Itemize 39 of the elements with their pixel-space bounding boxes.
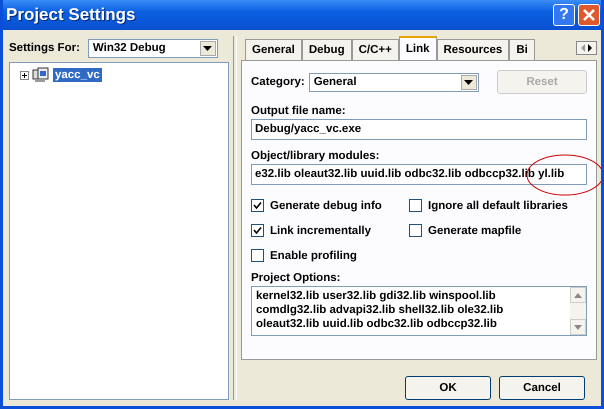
output-file-field[interactable]: Debug/yacc_vc.exe — [251, 119, 587, 140]
window-title: Project Settings — [6, 5, 136, 25]
scrollbar[interactable] — [570, 287, 586, 335]
settings-for-dropdown[interactable]: Win32 Debug — [88, 38, 218, 58]
check-icon — [253, 226, 262, 235]
tab[interactable]: Debug — [302, 39, 352, 60]
dialog-button[interactable]: OK — [405, 376, 491, 400]
modules-label: Object/library modules: — [251, 150, 380, 162]
help-button[interactable]: ? — [553, 4, 575, 26]
checkbox[interactable]: Link incrementally — [251, 224, 409, 237]
tab-scroll-buttons[interactable] — [576, 41, 597, 55]
category-dropdown[interactable]: General — [308, 72, 479, 92]
down-arrow-icon — [574, 324, 582, 330]
close-icon — [582, 8, 596, 22]
left-arrow-icon — [580, 44, 586, 52]
close-button[interactable] — [578, 4, 600, 26]
checkbox[interactable]: Generate mapfile — [409, 224, 587, 237]
output-file-label: Output file name: — [251, 105, 347, 117]
tab[interactable]: Bi — [509, 39, 535, 60]
dialog-button[interactable]: Cancel — [499, 376, 585, 400]
checkbox[interactable]: Generate debug info — [251, 199, 409, 212]
tab[interactable]: Resources — [436, 39, 510, 60]
dropdown-arrow-icon — [464, 80, 474, 84]
tab[interactable]: General — [245, 39, 302, 60]
settings-for-label: Settings For: — [9, 42, 80, 54]
dropdown-arrow-icon — [203, 46, 212, 50]
tab[interactable]: Link — [398, 36, 436, 60]
project-options-label: Project Options: — [251, 272, 342, 284]
checkbox[interactable]: Enable profiling — [251, 249, 409, 262]
up-arrow-icon — [574, 292, 582, 298]
checkbox[interactable]: Ignore all default libraries — [409, 199, 587, 212]
right-arrow-icon — [587, 44, 593, 52]
expand-icon[interactable] — [20, 70, 29, 80]
category-label: Category: — [251, 76, 305, 88]
project-options-field[interactable]: kernel32.lib user32.lib gdi32.lib winspool.lib comdlg32.lib advapi32.lib shell32.lib ole32.lib oleaut32.lib uuid.lib odbc32.lib odbccp32.lib — [251, 286, 587, 336]
check-icon — [253, 201, 262, 210]
project-icon — [32, 67, 50, 83]
tab[interactable]: C/C++ — [352, 39, 399, 60]
tree-item[interactable]: yacc_vc — [53, 68, 102, 82]
